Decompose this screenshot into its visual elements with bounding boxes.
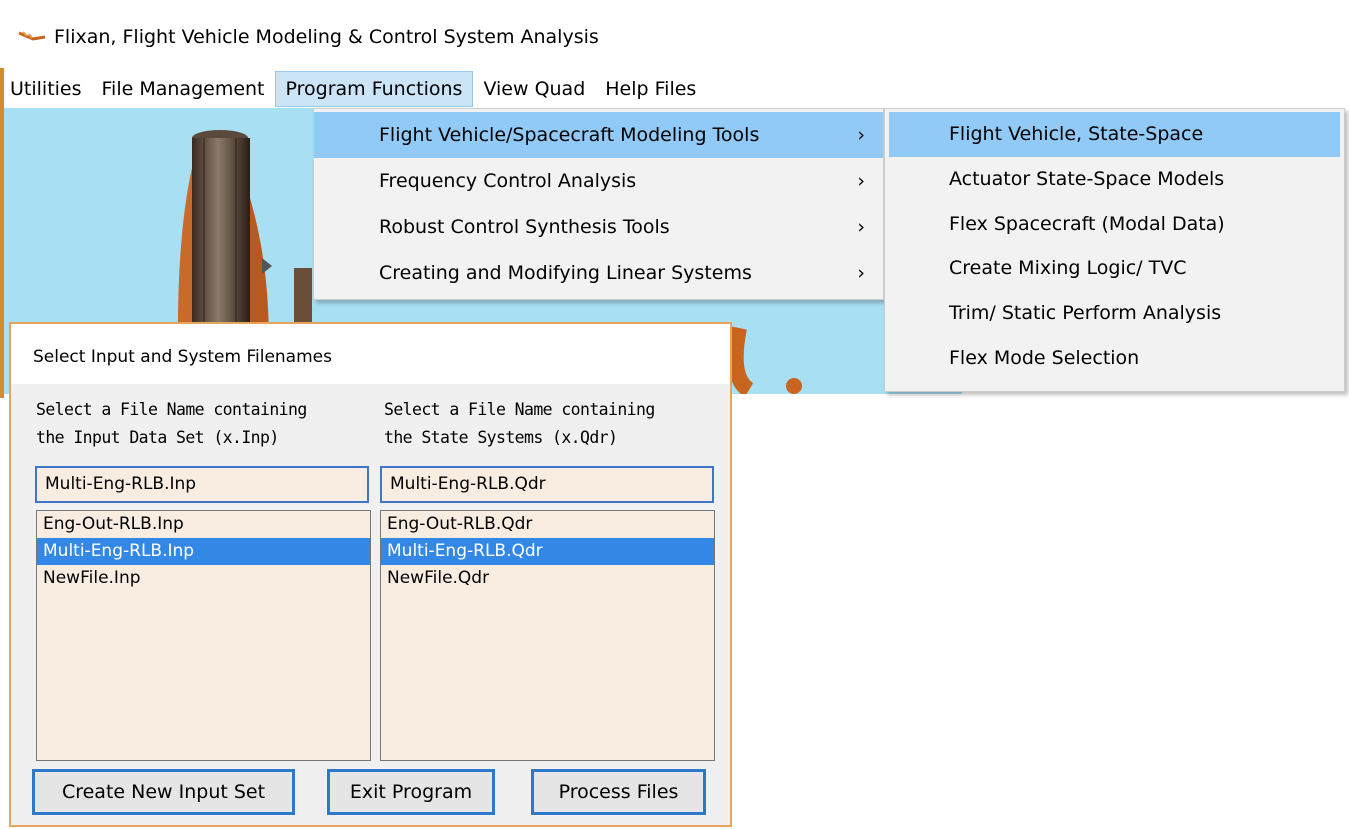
submenu-item-create-mixing-logic[interactable]: Create Mixing Logic/ TVC bbox=[885, 246, 1344, 291]
menu-view-quad[interactable]: View Quad bbox=[473, 70, 595, 108]
menu-help-files[interactable]: Help Files bbox=[595, 70, 706, 108]
input-file-list[interactable]: Eng-Out-RLB.Inp Multi-Eng-RLB.Inp NewFil… bbox=[36, 510, 371, 761]
chevron-right-icon: › bbox=[857, 170, 865, 192]
caption-line: Select a File Name containing bbox=[384, 400, 655, 419]
submenu-item-flex-spacecraft[interactable]: Flex Spacecraft (Modal Data) bbox=[885, 202, 1344, 247]
system-file-field[interactable]: Multi-Eng-RLB.Qdr bbox=[380, 466, 714, 503]
create-new-input-set-button[interactable]: Create New Input Set bbox=[32, 769, 295, 815]
input-file-caption: Select a File Name containing the Input … bbox=[36, 396, 307, 452]
list-item[interactable]: NewFile.Inp bbox=[37, 565, 370, 592]
process-files-button[interactable]: Process Files bbox=[531, 769, 706, 815]
menu-file-management[interactable]: File Management bbox=[92, 70, 275, 108]
program-functions-dropdown: Flight Vehicle/Spacecraft Modeling Tools… bbox=[313, 108, 884, 300]
list-item[interactable]: Eng-Out-RLB.Inp bbox=[37, 511, 370, 538]
menu-program-functions[interactable]: Program Functions bbox=[274, 71, 474, 107]
menu-item-label: Flight Vehicle/Spacecraft Modeling Tools bbox=[379, 124, 760, 146]
chevron-right-icon: › bbox=[857, 262, 865, 284]
input-file-field[interactable]: Multi-Eng-RLB.Inp bbox=[35, 466, 369, 503]
menu-item-label: Creating and Modifying Linear Systems bbox=[379, 262, 752, 284]
caption-line: the Input Data Set (x.Inp) bbox=[36, 428, 279, 447]
flixan-app-icon bbox=[18, 31, 46, 41]
submenu-item-trim-static-perform[interactable]: Trim/ Static Perform Analysis bbox=[885, 291, 1344, 336]
system-file-caption: Select a File Name containing the State … bbox=[384, 396, 655, 452]
caption-line: the State Systems (x.Qdr) bbox=[384, 428, 618, 447]
menu-item-creating-modifying-linear-systems[interactable]: Creating and Modifying Linear Systems › bbox=[314, 250, 883, 296]
list-item-selected[interactable]: Multi-Eng-RLB.Qdr bbox=[381, 538, 714, 565]
submenu-item-flex-mode-selection[interactable]: Flex Mode Selection bbox=[885, 336, 1344, 381]
system-file-list[interactable]: Eng-Out-RLB.Qdr Multi-Eng-RLB.Qdr NewFil… bbox=[380, 510, 715, 761]
submenu-item-actuator-state-space-models[interactable]: Actuator State-Space Models bbox=[885, 157, 1344, 202]
list-item[interactable]: Eng-Out-RLB.Qdr bbox=[381, 511, 714, 538]
chevron-right-icon: › bbox=[857, 216, 865, 238]
menu-item-robust-control-synthesis-tools[interactable]: Robust Control Synthesis Tools › bbox=[314, 204, 883, 250]
menu-utilities[interactable]: Utilities bbox=[0, 70, 92, 108]
menu-item-frequency-control-analysis[interactable]: Frequency Control Analysis › bbox=[314, 158, 883, 204]
menu-item-flight-vehicle-modeling-tools[interactable]: Flight Vehicle/Spacecraft Modeling Tools… bbox=[314, 112, 883, 158]
menu-item-label: Frequency Control Analysis bbox=[379, 170, 637, 192]
submenu-item-flight-vehicle-state-space[interactable]: Flight Vehicle, State-Space bbox=[889, 112, 1340, 157]
exit-program-button[interactable]: Exit Program bbox=[327, 769, 495, 815]
caption-line: Select a File Name containing bbox=[36, 400, 307, 419]
menu-item-label: Robust Control Synthesis Tools bbox=[379, 216, 670, 238]
list-item-selected[interactable]: Multi-Eng-RLB.Inp bbox=[37, 538, 370, 565]
dialog-title: Select Input and System Filenames bbox=[11, 324, 730, 384]
window-title-bar: Flixan, Flight Vehicle Modeling & Contro… bbox=[0, 0, 1349, 68]
chevron-right-icon: › bbox=[857, 124, 865, 146]
select-filenames-dialog: Select Input and System Filenames Select… bbox=[9, 322, 732, 827]
menubar: Utilities File Management Program Functi… bbox=[0, 70, 1349, 108]
list-item[interactable]: NewFile.Qdr bbox=[381, 565, 714, 592]
modeling-tools-submenu: Flight Vehicle, State-Space Actuator Sta… bbox=[884, 108, 1345, 392]
window-title: Flixan, Flight Vehicle Modeling & Contro… bbox=[54, 26, 599, 48]
